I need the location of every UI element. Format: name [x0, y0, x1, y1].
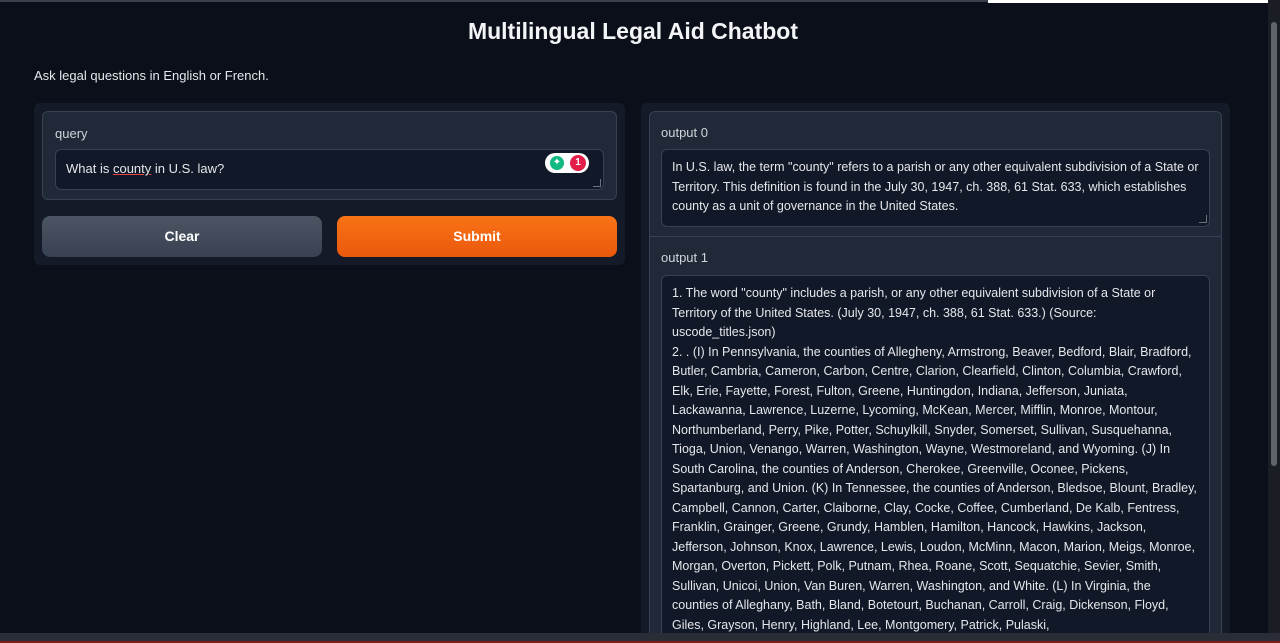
query-textarea[interactable]: What is county in U.S. law? ✦ 1: [55, 149, 604, 190]
output-0-label: output 0: [661, 125, 708, 140]
output-1-block: output 1 1. The word "county" includes a…: [649, 236, 1222, 643]
grammar-extension-badge[interactable]: ✦ 1: [545, 153, 589, 173]
query-text-start: What is: [66, 161, 113, 176]
input-panel: query What is county in U.S. law? ✦ 1 Cl…: [34, 103, 625, 265]
query-text-end: in U.S. law?: [151, 161, 225, 176]
browser-top-edge: [0, 0, 988, 2]
output-0-textarea[interactable]: In U.S. law, the term "county" refers to…: [661, 149, 1210, 227]
output-1-textarea[interactable]: 1. The word "county" includes a parish, …: [661, 275, 1210, 643]
query-label: query: [55, 126, 88, 141]
page-scrollbar[interactable]: [1268, 0, 1280, 633]
misspelled-word[interactable]: county: [113, 161, 151, 176]
output-1-label: output 1: [661, 250, 708, 265]
query-block: query What is county in U.S. law? ✦ 1: [42, 111, 617, 200]
page-description: Ask legal questions in English or French…: [34, 68, 269, 83]
output-0-block: output 0 In U.S. law, the term "county" …: [649, 111, 1222, 237]
submit-button[interactable]: Submit: [337, 216, 617, 257]
clear-button[interactable]: Clear: [42, 216, 322, 257]
scrollbar-thumb[interactable]: [1271, 22, 1277, 466]
resize-handle-icon[interactable]: [1199, 215, 1207, 223]
page-title: Multilingual Legal Aid Chatbot: [467, 18, 799, 44]
output-panel: output 0 In U.S. law, the term "county" …: [641, 103, 1230, 643]
grammar-extension-icon: ✦: [550, 156, 564, 170]
grammar-issue-count: 1: [570, 155, 586, 171]
resize-handle-icon[interactable]: [593, 179, 601, 187]
browser-top-edge-light: [988, 0, 1268, 3]
